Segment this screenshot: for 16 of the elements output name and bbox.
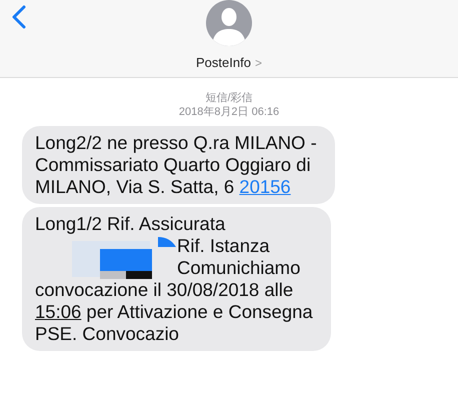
contact-name-text[interactable]: PosteInfo [196, 53, 251, 72]
time-link[interactable]: 15:06 [35, 301, 82, 322]
thread-label: 短信/彩信 [205, 91, 253, 105]
avatar-icon[interactable] [206, 0, 252, 46]
message-line: Long1/2 Rif. Assicurata [35, 213, 226, 235]
message-line: Comunichiamo [176, 257, 302, 279]
message-line: Long2/2 ne presso Q.ra MILANO - [35, 132, 317, 154]
contact-name[interactable]: PosteInfo > [196, 53, 262, 72]
message-line: convocazione il 30/08/2018 alle [35, 279, 294, 301]
message-line: 15:06 per Attivazione e Consegna [35, 301, 313, 323]
message-line: MILANO, Via S. Satta, 6 20156 [35, 176, 292, 198]
message-line: PSE. Convocazio [35, 323, 180, 345]
message-line: Commissariato Quarto Oggiaro di [35, 154, 312, 176]
message-line: Rif. Istanza [176, 235, 271, 257]
back-icon[interactable] [12, 5, 26, 29]
timestamp: 2018年8月2日 06:16 [178, 105, 280, 119]
